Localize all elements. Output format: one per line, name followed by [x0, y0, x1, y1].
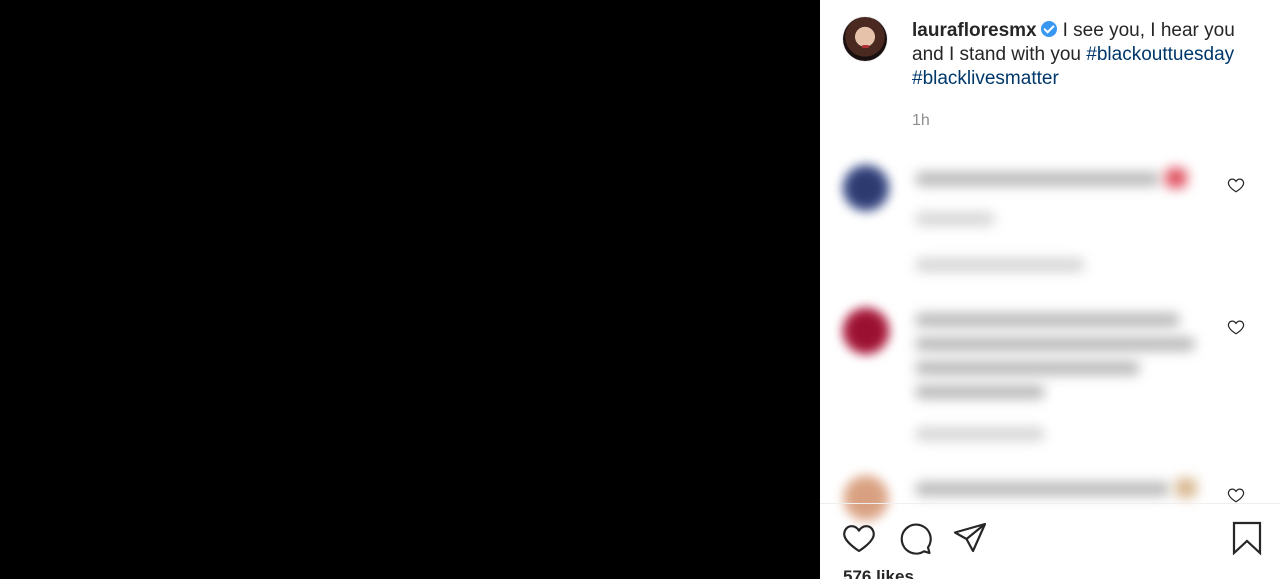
comment-text-blurred — [915, 385, 1045, 399]
comment-text-blurred — [915, 172, 1160, 186]
save-bookmark-icon[interactable] — [1229, 520, 1265, 556]
comment-text-blurred — [915, 337, 1195, 351]
comment-avatar[interactable] — [842, 164, 890, 212]
comment-avatar[interactable] — [842, 474, 890, 522]
view-replies-blurred[interactable] — [915, 258, 1085, 272]
comment-avatar[interactable] — [842, 307, 890, 355]
hashtag-link[interactable]: #blackouttuesday — [1086, 44, 1234, 65]
post-side-panel: laurafloresmx I see you, I hear you and I… — [820, 0, 1280, 579]
comment-text-blurred — [915, 313, 1180, 327]
comment-icon[interactable] — [897, 520, 933, 556]
actions-divider — [820, 503, 1280, 504]
comment-meta-blurred — [915, 427, 1045, 441]
comment-emoji-blurred — [1165, 168, 1187, 188]
comment-text-blurred — [915, 361, 1140, 375]
post-caption: laurafloresmx I see you, I hear you and I… — [912, 19, 1252, 91]
comment-like-heart-icon[interactable] — [1227, 176, 1245, 194]
author-username[interactable]: laurafloresmx — [912, 20, 1037, 41]
post-timestamp: 1h — [912, 112, 930, 129]
comment-like-heart-icon[interactable] — [1227, 318, 1245, 336]
like-heart-icon[interactable] — [841, 520, 877, 556]
share-icon[interactable] — [952, 520, 988, 556]
post-media[interactable] — [0, 0, 820, 579]
comment-emoji-blurred — [1175, 478, 1197, 498]
likes-count[interactable]: 576 likes — [843, 567, 914, 579]
comment-text-blurred — [915, 482, 1170, 496]
verified-badge-icon — [1040, 21, 1057, 37]
comment-meta-blurred — [915, 212, 995, 226]
author-avatar[interactable] — [843, 17, 887, 61]
hashtag-link[interactable]: #blacklivesmatter — [912, 68, 1059, 89]
comment-like-heart-icon[interactable] — [1227, 486, 1245, 504]
